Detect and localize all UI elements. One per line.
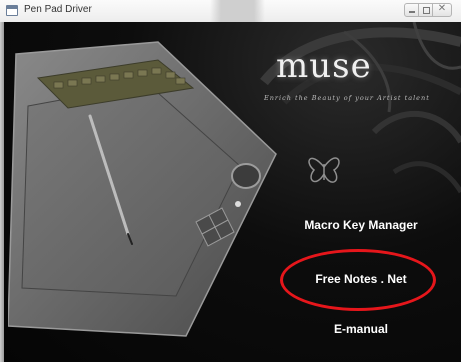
window-title: Pen Pad Driver <box>24 4 92 15</box>
title-bar: Pen Pad Driver ✕ <box>0 0 461 23</box>
title-bar-stripe <box>210 0 265 22</box>
brand-logo-block: muse Enrich the Beauty of your Artist ta… <box>252 46 452 106</box>
brand-tagline: Enrich the Beauty of your Artist talent <box>264 94 430 102</box>
window-app-icon <box>6 5 18 16</box>
close-icon: ✕ <box>437 3 447 14</box>
minimize-button[interactable] <box>404 3 419 17</box>
butterfly-ornament <box>308 157 340 183</box>
e-manual-link[interactable]: E-manual <box>286 322 436 336</box>
brand-logo: muse <box>276 46 372 86</box>
free-notes-net-link[interactable]: Free Notes . Net <box>286 272 436 286</box>
pen-tablet-image <box>8 41 277 337</box>
macro-key-manager-link[interactable]: Macro Key Manager <box>286 218 436 232</box>
close-button[interactable]: ✕ <box>432 3 452 17</box>
maximize-button[interactable] <box>418 3 433 17</box>
pen-pad-driver-window: Pen Pad Driver ✕ muse Enrich the Beauty … <box>0 0 461 362</box>
launcher-panel: muse Enrich the Beauty of your Artist ta… <box>4 22 461 362</box>
